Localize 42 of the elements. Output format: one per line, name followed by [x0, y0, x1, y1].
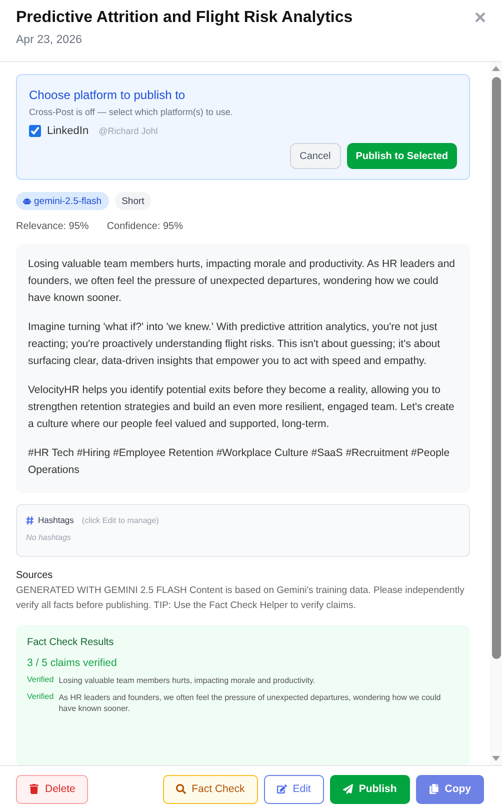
dialog-title: Predictive Attrition and Flight Risk Analytics	[16, 9, 353, 27]
fact-check-title: Fact Check Results	[27, 637, 115, 648]
hash-icon	[26, 516, 34, 524]
claim-status: Verified	[27, 692, 54, 703]
empty-hashtags-text: No hashtags	[26, 533, 72, 542]
panel-note: Cross-Post is off — select which platform(s) to use.	[29, 107, 234, 117]
post-paragraph: Losing valuable team members hurts, impacting morale and productivity. As HR leaders and founders, we often feel the pressure of unexpected departures, wondering how we could have known sooner.	[28, 257, 456, 306]
claim-text: Losing valuable team members hurts, impacting morale and productivity.	[58, 675, 316, 686]
fact-check-summary: 3 / 5 claims verified	[27, 657, 118, 669]
copy-button[interactable]: Copy	[416, 774, 484, 804]
sources-text: GENERATED WITH GEMINI 2.5 FLASH Content is based on Gemini's training data. Please independently verify all facts before publishing. TIP: Use the Fact Check Helper to verify claims.	[16, 584, 466, 613]
search-icon	[176, 784, 186, 794]
panel-title: Choose platform to publish to	[29, 88, 186, 102]
factcheck-button[interactable]: Fact Check	[162, 774, 258, 804]
sources-title: Sources	[16, 570, 54, 581]
publish-selected-button[interactable]: Publish to Selected	[346, 143, 457, 169]
score-text: Confidence: 95%	[106, 221, 183, 232]
paper-plane-icon	[342, 784, 353, 794]
edit-button[interactable]: Edit	[264, 774, 324, 804]
platform-handle: @Richard Johl	[98, 126, 158, 136]
delete-button[interactable]: Delete	[16, 774, 88, 804]
post-paragraph: VelocityHR helps you identify potential exits before they become a reality, allowing you to strengthen retention strategies and build an even more resilient, engaged team. Let's create a culture where our people feel valued and supported, long-term.	[28, 383, 456, 432]
trash-icon	[29, 784, 39, 794]
hashtags-title: Hashtags	[38, 515, 74, 525]
post-paragraph: #HR Tech #Hiring #Employee Retention #Workplace Culture #SaaS #Recruitment #People Operations	[28, 446, 451, 478]
cancel-button[interactable]: Cancel	[290, 143, 341, 169]
score-text: Relevance: 95%	[16, 221, 89, 232]
copy-icon	[428, 784, 439, 794]
hashtags-hint: (click Edit to manage)	[82, 516, 159, 524]
edit-icon	[276, 784, 287, 794]
platform-checkbox[interactable]	[29, 125, 41, 137]
length-tag: Short	[114, 192, 152, 210]
close-button[interactable]: ×	[474, 9, 486, 27]
post-paragraph: Imagine turning 'what if?' into 'we knew.' With predictive attrition analytics, you're not just reacting; you're proactively understanding flight risks. This isn't about guessing; it's about surfacing clear, data-driven insights that empower you to act with speed and empathy.	[28, 320, 442, 369]
claim-text: As HR leaders and founders, we often feel the pressure of unexpected departures, wondering how we could have known sooner.	[58, 692, 442, 714]
platform-name: LinkedIn	[47, 125, 89, 137]
robot-icon	[23, 197, 31, 205]
model-tag: gemini-2.5-flash	[16, 192, 109, 210]
publish-button[interactable]: Publish	[330, 774, 410, 804]
claim-status: Verified	[27, 675, 54, 686]
scrollbar[interactable]	[490, 62, 502, 765]
post-date: Apr 23, 2026	[16, 34, 83, 46]
